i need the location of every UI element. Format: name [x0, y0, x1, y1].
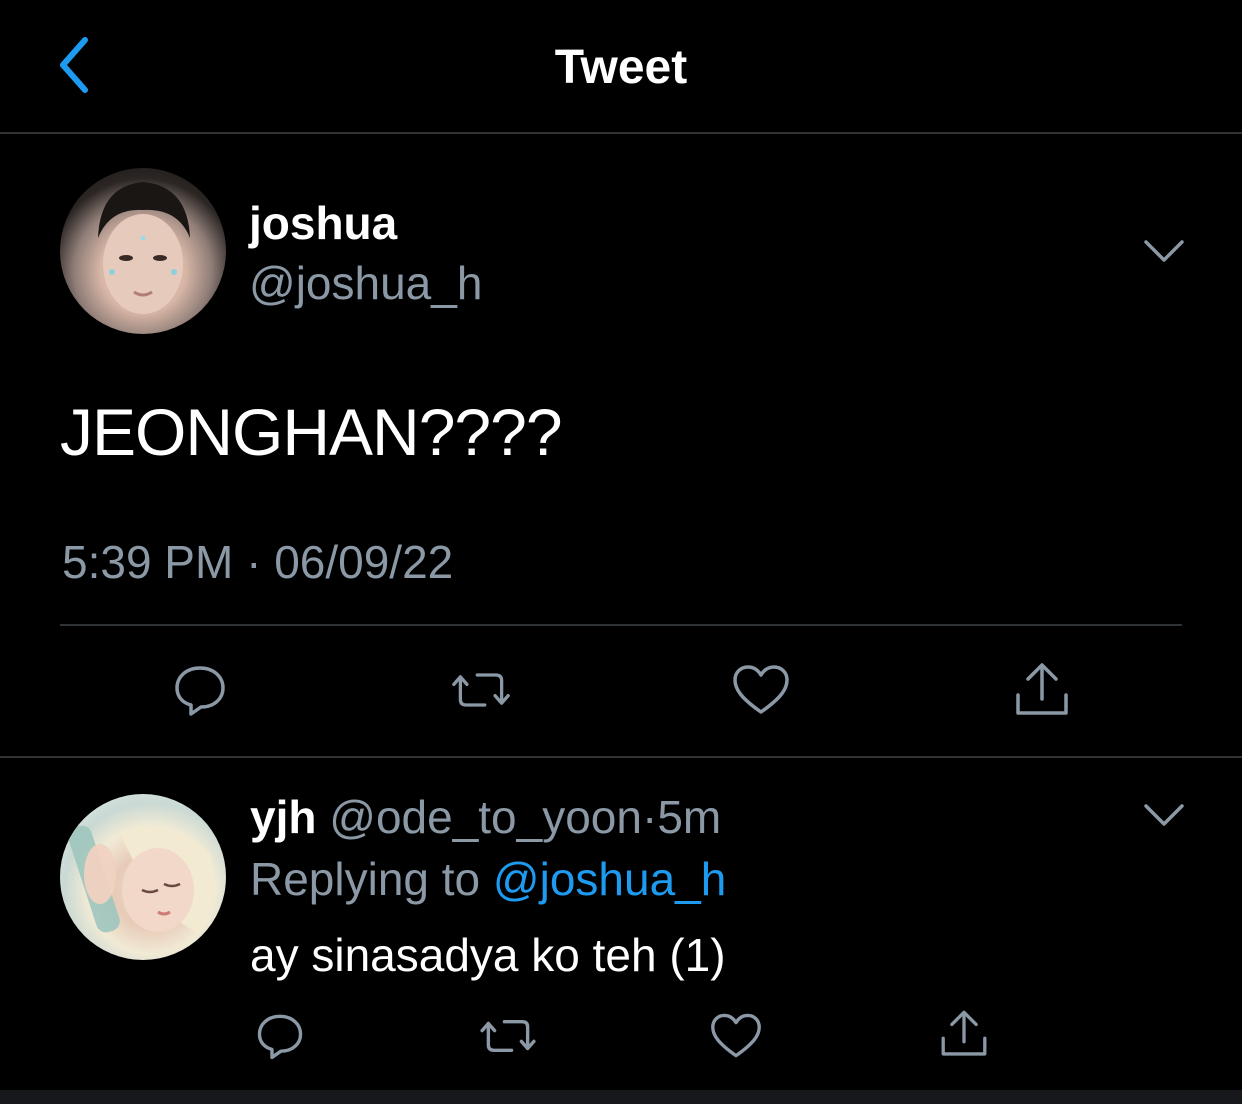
- reply-icon: [257, 1014, 303, 1060]
- retweet-button[interactable]: [451, 660, 511, 720]
- top-nav-bar: Tweet: [0, 0, 1242, 134]
- reply-retweet-button[interactable]: [478, 1006, 538, 1066]
- reply-author-handle[interactable]: @ode_to_yoon: [329, 791, 642, 843]
- avatar-image: [68, 825, 214, 934]
- replying-to: Replying to @joshua_h: [250, 852, 726, 906]
- divider: [0, 756, 1242, 758]
- reply-button[interactable]: [170, 660, 230, 720]
- page-title: Tweet: [554, 41, 688, 94]
- chevron-down-icon: [1144, 804, 1184, 826]
- reply-text: ay sinasadya ko teh (1): [250, 929, 726, 981]
- retweet-icon: [452, 673, 510, 707]
- reply-reply-button[interactable]: [250, 1006, 310, 1066]
- reply-icon: [175, 666, 225, 716]
- bottom-divider: [0, 1090, 1242, 1104]
- separator-dot: ·: [641, 791, 658, 843]
- author-handle[interactable]: @joshua_h: [249, 256, 482, 310]
- reply-time[interactable]: 5m: [657, 791, 721, 843]
- heart-icon: [711, 1013, 761, 1058]
- reply-author-display-name[interactable]: yjh: [250, 791, 316, 843]
- share-button[interactable]: [1012, 660, 1072, 720]
- tweet-timestamp[interactable]: 5:39 PM · 06/09/22: [62, 534, 453, 590]
- reply-share-button[interactable]: [934, 1004, 994, 1064]
- replying-to-label: Replying to: [250, 853, 493, 905]
- share-icon: [941, 1010, 987, 1056]
- reply-author-avatar[interactable]: [60, 794, 226, 960]
- reply-like-button[interactable]: [706, 1006, 766, 1066]
- author-display-name[interactable]: joshua: [249, 196, 397, 250]
- replying-to-mention[interactable]: @joshua_h: [493, 853, 726, 905]
- heart-icon: [733, 665, 789, 714]
- divider: [60, 624, 1182, 626]
- retweet-icon: [480, 1020, 536, 1052]
- author-avatar[interactable]: [60, 168, 226, 334]
- like-button[interactable]: [731, 660, 791, 720]
- tweet-text: JEONGHAN????: [60, 395, 563, 469]
- reply-header: yjh @ode_to_yoon·5m: [250, 790, 721, 844]
- tweet-options-button[interactable]: [1142, 236, 1186, 266]
- avatar-image: [98, 182, 190, 314]
- share-icon: [1016, 663, 1068, 715]
- chevron-down-icon: [1144, 240, 1184, 262]
- reply-options-button[interactable]: [1142, 800, 1186, 830]
